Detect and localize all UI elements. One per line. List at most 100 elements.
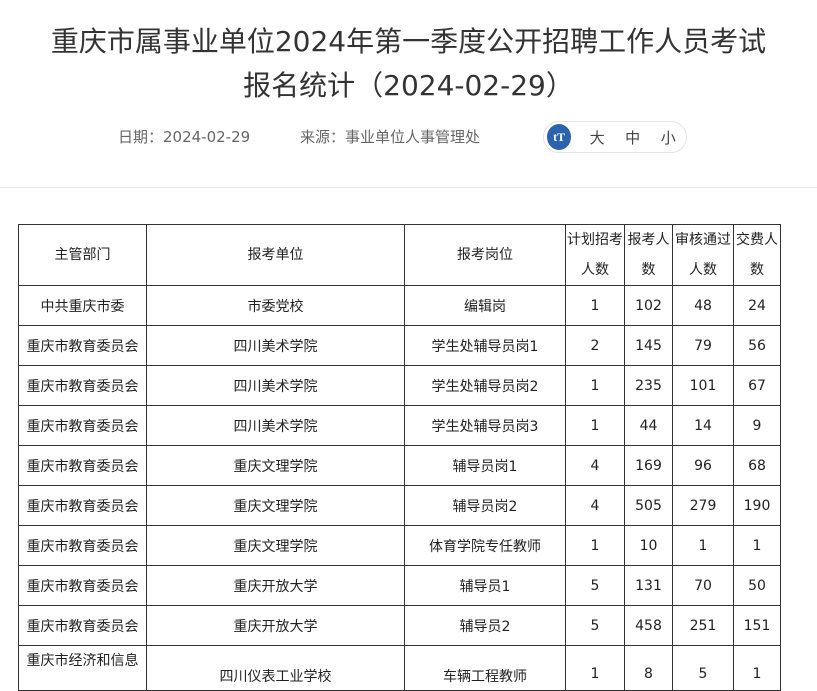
cell-paid: 67: [733, 365, 781, 406]
font-size-control: tT 大 中 小: [543, 121, 687, 153]
cell-planned: 5: [565, 605, 625, 646]
cell-approved: 79: [672, 325, 734, 366]
cell-paid: 24: [733, 285, 781, 326]
cell-department: 重庆市经济和信息: [18, 645, 147, 691]
table-row: 重庆市教育委员会 重庆开放大学 辅导员1 5 131 70 50: [18, 565, 781, 606]
header-unit: 报考单位: [146, 224, 405, 286]
cell-department-text: 重庆市经济和信息: [26, 653, 139, 669]
table-row: 中共重庆市委 市委党校 编辑岗 1 102 48 24: [18, 285, 781, 326]
header-approved: 审核通过人数: [672, 224, 734, 286]
article-title-line2: 报名统计（2024-02-29）: [243, 69, 574, 102]
header-planned-label: 计划招考人数: [567, 232, 623, 278]
font-medium-button[interactable]: 中: [615, 127, 651, 148]
cell-position: 体育学院专任教师: [404, 525, 566, 566]
table-row: 重庆市教育委员会 四川美术学院 学生处辅导员岗1 2 145 79 56: [18, 325, 781, 366]
cell-position-text: 车辆工程教师: [443, 669, 527, 685]
cell-approved: 5: [672, 645, 734, 691]
cell-planned: 1: [565, 285, 625, 326]
cell-applicants-text: 8: [644, 666, 653, 682]
table-row: 重庆市经济和信息 四川仪表工业学校 车辆工程教师 1 8 5 1: [18, 645, 781, 691]
cell-applicants: 131: [624, 565, 673, 606]
cell-approved: 279: [672, 485, 734, 526]
header-department: 主管部门: [18, 224, 147, 286]
cell-planned: 5: [565, 565, 625, 606]
cell-approved: 48: [672, 285, 734, 326]
cell-unit: 四川美术学院: [146, 325, 405, 366]
cell-department: 重庆市教育委员会: [18, 365, 147, 406]
cell-applicants: 145: [624, 325, 673, 366]
cell-applicants: 169: [624, 445, 673, 486]
cell-applicants: 8: [624, 645, 673, 691]
table-row: 重庆市教育委员会 四川美术学院 学生处辅导员岗3 1 44 14 9: [18, 405, 781, 446]
cell-paid: 56: [733, 325, 781, 366]
font-small-button[interactable]: 小: [650, 127, 686, 148]
cell-approved: 101: [672, 365, 734, 406]
table-row: 重庆市教育委员会 重庆开放大学 辅导员2 5 458 251 151: [18, 605, 781, 646]
cell-approved-text: 5: [698, 666, 708, 682]
table-row: 重庆市教育委员会 重庆文理学院 体育学院专任教师 1 10 1 1: [18, 525, 781, 566]
cell-paid: 1: [733, 645, 781, 691]
header-planned: 计划招考人数: [565, 224, 625, 286]
source-label: 来源：事业单位人事管理处: [300, 128, 481, 146]
font-large-button[interactable]: 大: [579, 127, 615, 148]
cell-paid: 68: [733, 445, 781, 486]
cell-position: 辅导员岗1: [404, 445, 566, 486]
cell-unit: 重庆文理学院: [146, 445, 405, 486]
cell-position: 车辆工程教师: [404, 645, 566, 691]
cell-applicants: 102: [624, 285, 673, 326]
cell-unit: 市委党校: [146, 285, 405, 326]
cell-approved: 251: [672, 605, 734, 646]
cell-position: 编辑岗: [404, 285, 566, 326]
cell-position: 学生处辅导员岗1: [404, 325, 566, 366]
cell-department: 重庆市教育委员会: [18, 525, 147, 566]
cell-applicants: 505: [624, 485, 673, 526]
cell-applicants: 10: [624, 525, 673, 566]
table-row: 重庆市教育委员会 重庆文理学院 辅导员岗1 4 169 96 68: [18, 445, 781, 486]
cell-department: 重庆市教育委员会: [18, 325, 147, 366]
cell-unit: 重庆开放大学: [146, 565, 405, 606]
article-title-line1: 重庆市属事业单位2024年第一季度公开招聘工作人员考试: [50, 25, 767, 58]
cell-approved: 70: [672, 565, 734, 606]
header-approved-label: 审核通过人数: [675, 232, 731, 278]
table-header-row: 主管部门 报考单位 报考岗位 计划招考人数 报考人数 审核通过人数 交费人数: [18, 224, 781, 286]
cell-planned: 4: [565, 445, 625, 486]
cell-unit: 重庆文理学院: [146, 525, 405, 566]
table-row: 重庆市教育委员会 重庆文理学院 辅导员岗2 4 505 279 190: [18, 485, 781, 526]
cell-planned: 2: [565, 325, 625, 366]
cell-position: 辅导员岗2: [404, 485, 566, 526]
cell-position: 辅导员1: [404, 565, 566, 606]
cell-paid: 1: [733, 525, 781, 566]
publish-date: 日期：2024-02-29: [118, 128, 251, 146]
cell-planned: 4: [565, 485, 625, 526]
cell-planned: 1: [565, 525, 625, 566]
cell-department: 中共重庆市委: [18, 285, 147, 326]
article-title: 重庆市属事业单位2024年第一季度公开招聘工作人员考试 报名统计（2024-02…: [0, 20, 817, 108]
cell-position: 学生处辅导员岗3: [404, 405, 566, 446]
cell-unit: 重庆文理学院: [146, 485, 405, 526]
cell-planned-text: 1: [590, 666, 600, 682]
header-applicants: 报考人数: [624, 224, 673, 286]
cell-paid: 50: [733, 565, 781, 606]
cell-planned: 1: [565, 645, 625, 691]
cell-approved: 14: [672, 405, 734, 446]
cell-planned: 1: [565, 405, 625, 446]
font-size-icon: tT: [547, 124, 572, 150]
cell-unit: 四川美术学院: [146, 405, 405, 446]
header-divider: [0, 187, 817, 188]
cell-position: 学生处辅导员岗2: [404, 365, 566, 406]
cell-paid: 190: [733, 485, 781, 526]
header-paid-label: 交费人数: [736, 232, 778, 278]
cell-department: 重庆市教育委员会: [18, 405, 147, 446]
cell-applicants: 235: [624, 365, 673, 406]
header-applicants-label: 报考人数: [627, 232, 670, 278]
cell-applicants: 458: [624, 605, 673, 646]
cell-paid-text: 1: [752, 666, 762, 682]
cell-department: 重庆市教育委员会: [18, 445, 147, 486]
table-row: 重庆市教育委员会 四川美术学院 学生处辅导员岗2 1 235 101 67: [18, 365, 781, 406]
cell-unit-text: 四川仪表工业学校: [219, 669, 332, 685]
header-position: 报考岗位: [404, 224, 566, 286]
cell-approved: 1: [672, 525, 734, 566]
cell-unit: 四川美术学院: [146, 365, 405, 406]
cell-approved: 96: [672, 445, 734, 486]
cell-paid: 9: [733, 405, 781, 446]
